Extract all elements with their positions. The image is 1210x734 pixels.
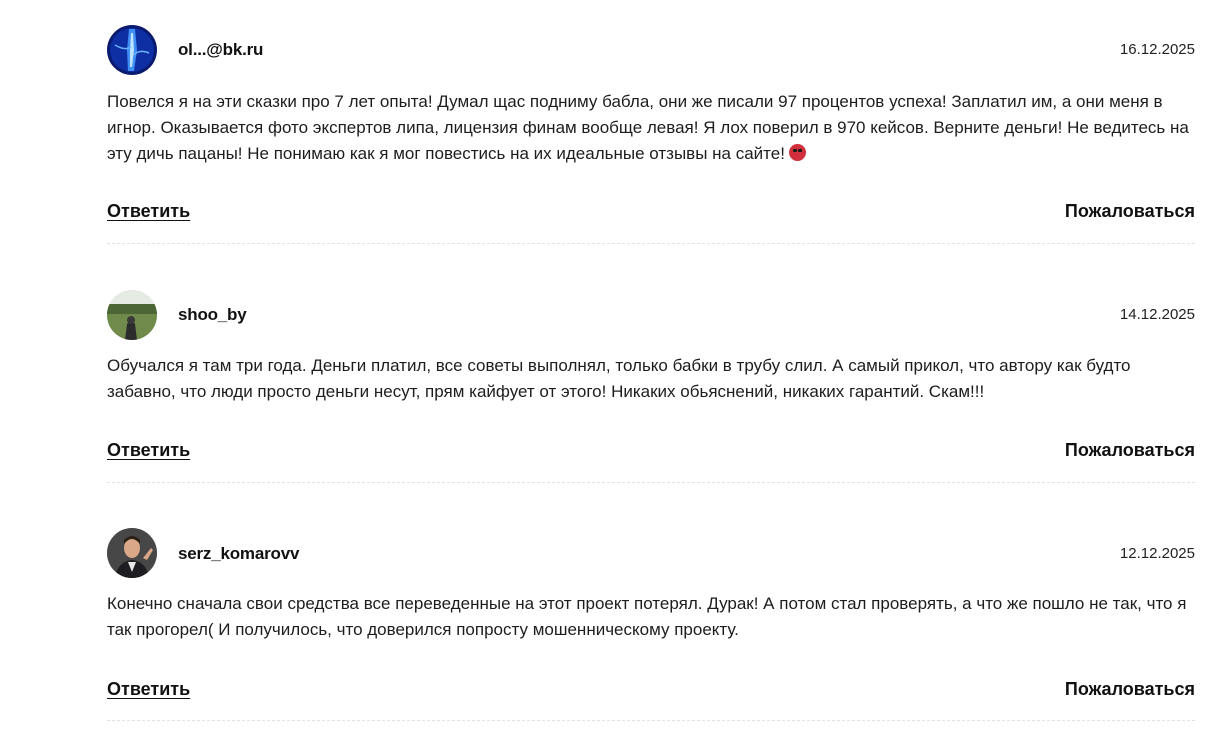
comment-item: serz_komarovv 12.12.2025 Конечно сначала… <box>107 483 1195 721</box>
avatar-image <box>107 290 157 340</box>
comment-text-content: Повелся я на эти сказки про 7 лет опыта!… <box>107 92 1189 163</box>
report-button[interactable]: Пожаловаться <box>1065 440 1195 461</box>
comment-item: shoo_by 14.12.2025 Обучался я там три го… <box>107 244 1195 483</box>
comment-author: serz_komarovv <box>178 544 300 563</box>
avatar[interactable] <box>107 290 157 340</box>
comment-item: ol...@bk.ru 16.12.2025 Повелся я на эти … <box>107 0 1195 244</box>
avatar[interactable] <box>107 528 157 578</box>
comment-date: 14.12.2025 <box>1119 306 1195 323</box>
comment-text: Повелся я на эти сказки про 7 лет опыта!… <box>107 89 1195 167</box>
angry-face-emoji-icon <box>788 144 806 161</box>
reply-button[interactable]: Ответить <box>107 440 190 461</box>
report-button[interactable]: Пожаловаться <box>1065 201 1195 222</box>
comment-text: Конечно сначала свои средства все переве… <box>107 594 1187 639</box>
avatar-image <box>107 528 157 578</box>
avatar[interactable] <box>107 25 157 75</box>
avatar-image <box>107 25 157 75</box>
reply-button[interactable]: Ответить <box>107 679 190 700</box>
reply-button[interactable]: Ответить <box>107 201 190 222</box>
comment-date: 16.12.2025 <box>1119 41 1195 58</box>
comments-list: ol...@bk.ru 16.12.2025 Повелся я на эти … <box>107 0 1195 721</box>
comment-text: Обучался я там три года. Деньги платил, … <box>107 356 1131 401</box>
comment-date: 12.12.2025 <box>1119 545 1195 562</box>
comment-author: shoo_by <box>178 305 247 324</box>
comment-author: ol...@bk.ru <box>178 40 264 59</box>
report-button[interactable]: Пожаловаться <box>1065 679 1195 700</box>
